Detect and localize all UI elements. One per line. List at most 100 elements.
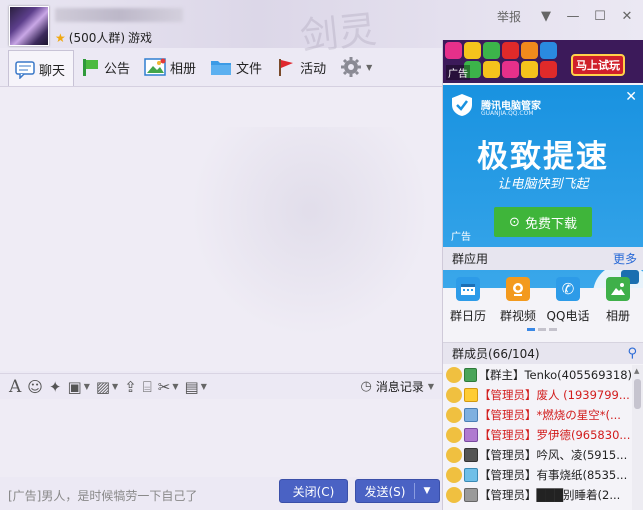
album-icon — [144, 58, 166, 76]
gif-icon[interactable]: ▣ — [68, 377, 82, 397]
group-meta: ★ (500人群) 游戏 — [55, 29, 152, 46]
app-calendar[interactable]: 群日历 — [443, 272, 493, 328]
image-icon[interactable]: ▨ — [96, 377, 110, 397]
tab-label: 活动 — [300, 61, 327, 77]
right-panel: 广告 马上试玩 ✕ 腾讯电脑管家 GUANJIA.QQ.COM 极致提速 让电脑… — [442, 40, 643, 510]
calendar-icon — [456, 277, 480, 301]
send-button[interactable]: 发送(S) ▼ — [355, 479, 440, 503]
app-video[interactable]: 群视频 — [493, 272, 543, 328]
group-name-blurred[interactable] — [55, 8, 183, 22]
chevron-down-icon: ▼ — [366, 62, 373, 72]
tab-activity[interactable]: 活动 — [270, 50, 334, 84]
chevron-down-icon[interactable]: ▼ — [112, 382, 118, 391]
tab-album[interactable]: 相册 — [138, 50, 204, 84]
maximize-icon[interactable]: ☐ — [589, 5, 611, 27]
scrollbar-thumb[interactable] — [634, 379, 641, 409]
try-now-button[interactable]: 马上试玩 — [571, 54, 625, 76]
gem-icon — [540, 61, 557, 78]
app-label: 群视频 — [499, 309, 536, 323]
more-link[interactable]: 更多 — [613, 250, 637, 267]
font-icon[interactable]: A — [9, 377, 21, 397]
member-row[interactable]: 【管理员】 罗伊德(965830... — [443, 425, 632, 445]
member-name: *燃烧の星空*(... — [536, 408, 621, 422]
member-row[interactable]: 【群主】 Tenko(405569318) — [443, 365, 632, 385]
page-dot[interactable] — [538, 328, 546, 331]
member-role: 【管理员】 — [479, 388, 537, 402]
member-role: 【管理员】 — [479, 468, 537, 482]
chevron-down-icon[interactable]: ▼ — [84, 382, 90, 391]
input-toolbar: A ☺ ✦ ▣ ▼ ▨ ▼ ⇪ ⌸ ✂ ▼ ▤ ▼ ◷ 消息记录 ▼ — [0, 373, 442, 399]
member-status-icon — [446, 487, 462, 503]
member-row[interactable]: 【管理员】 ███别睡着(2... — [443, 485, 632, 505]
member-role: 【管理员】 — [479, 428, 537, 442]
member-row[interactable]: 【管理员】 *燃烧の星空*(... — [443, 405, 632, 425]
scroll-up-icon[interactable]: ▲ — [634, 367, 639, 375]
chevron-down-icon: ▼ — [427, 382, 434, 391]
app-label: QQ电话 — [546, 309, 590, 323]
search-icon[interactable]: ⚲ — [627, 346, 637, 361]
message-input[interactable] — [0, 399, 442, 477]
minimize-icon[interactable]: — — [562, 5, 584, 27]
member-avatar — [464, 448, 478, 462]
gem-icon — [540, 42, 557, 59]
group-apps-title: 群应用 — [452, 252, 489, 266]
member-row[interactable]: 【管理员】 有事烧纸(8535... — [443, 465, 632, 485]
member-name: 有事烧纸(8535... — [536, 468, 628, 482]
member-row[interactable]: 【管理员】 废人 (1939799... — [443, 385, 632, 405]
group-category[interactable]: 游戏 — [128, 29, 152, 46]
report-button[interactable]: 举报 — [497, 8, 521, 25]
tab-files[interactable]: 文件 — [204, 50, 270, 84]
more-tools-icon[interactable]: ▤ — [185, 377, 199, 397]
phone-icon: ✆ — [556, 277, 580, 301]
download-label: 免费下载 — [524, 216, 577, 232]
close-icon[interactable]: ✕ — [616, 5, 638, 27]
chevron-down-icon[interactable]: ▼ — [172, 382, 178, 391]
page-dot[interactable] — [549, 328, 557, 331]
member-status-icon — [446, 407, 462, 423]
app-label: 相册 — [605, 309, 630, 323]
member-count: (500人群) — [68, 31, 126, 45]
close-button[interactable]: 关闭(C) — [279, 479, 348, 503]
member-row[interactable]: 【管理员】 吟风、凌(5915... — [443, 445, 632, 465]
member-avatar — [464, 488, 478, 502]
game-ad-banner[interactable]: 广告 马上试玩 — [443, 40, 643, 83]
tab-chat[interactable]: 聊天 — [8, 50, 75, 88]
member-avatar — [464, 468, 478, 482]
upload-icon[interactable]: ⇪ — [124, 377, 137, 397]
app-qq-phone[interactable]: ✆ QQ电话 — [543, 272, 593, 328]
message-history[interactable] — [0, 86, 442, 371]
chevron-down-icon[interactable]: ▼ — [535, 5, 557, 27]
ad-label: 广告 — [446, 65, 470, 80]
text-ad-link[interactable]: [广告]男人，是时候犒劳一下自己了 — [8, 487, 197, 504]
emoji-icon[interactable]: ☺ — [27, 377, 43, 397]
scissors-icon[interactable]: ✂ — [158, 377, 171, 397]
page-dot[interactable] — [527, 328, 535, 331]
member-name: 废人 (1939799... — [536, 388, 630, 402]
member-status-icon — [446, 447, 462, 463]
announcement-icon — [83, 59, 99, 76]
chat-icon — [15, 60, 35, 79]
magic-wand-icon[interactable]: ✦ — [49, 377, 62, 397]
tab-label: 文件 — [236, 61, 263, 77]
group-avatar[interactable] — [9, 6, 49, 46]
star-icon: ★ — [55, 30, 66, 45]
member-status-icon — [446, 367, 462, 383]
close-icon[interactable]: ✕ — [625, 89, 637, 105]
free-download-button[interactable]: ⊙ 免费下载 — [494, 207, 592, 237]
chevron-down-icon[interactable]: ▼ — [201, 382, 207, 391]
settings-menu[interactable]: ▼ — [334, 50, 380, 84]
bottom-bar: [广告]男人，是时候犒劳一下自己了 关闭(C) 发送(S) ▼ — [0, 477, 442, 510]
group-apps: 群日历 群视频 ✆ QQ电话 相册 — [443, 272, 643, 328]
member-list-scrollbar[interactable]: ▲ — [632, 365, 643, 510]
member-role: 【管理员】 — [479, 408, 537, 422]
member-status-icon — [446, 427, 462, 443]
member-list: 【群主】 Tenko(405569318) 【管理员】 废人 (1939799.… — [443, 365, 632, 505]
send-options-icon[interactable]: ▼ — [415, 486, 439, 496]
member-name: Tenko(405569318) — [524, 368, 632, 382]
tab-label: 公告 — [104, 61, 131, 77]
app-album[interactable]: 相册 — [593, 272, 643, 328]
message-history-button[interactable]: ◷ 消息记录 ▼ — [360, 378, 434, 395]
tab-announcement[interactable]: 公告 — [74, 50, 138, 84]
gift-icon[interactable]: ⌸ — [143, 377, 152, 397]
member-role: 【管理员】 — [479, 488, 537, 502]
